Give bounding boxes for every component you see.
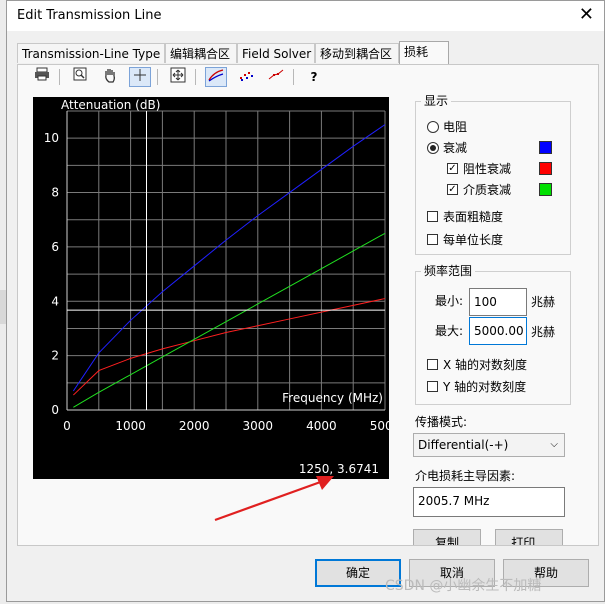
annotation-arrow — [214, 476, 334, 522]
watermark: CSDN @小幽余生不加糖 — [385, 578, 542, 594]
